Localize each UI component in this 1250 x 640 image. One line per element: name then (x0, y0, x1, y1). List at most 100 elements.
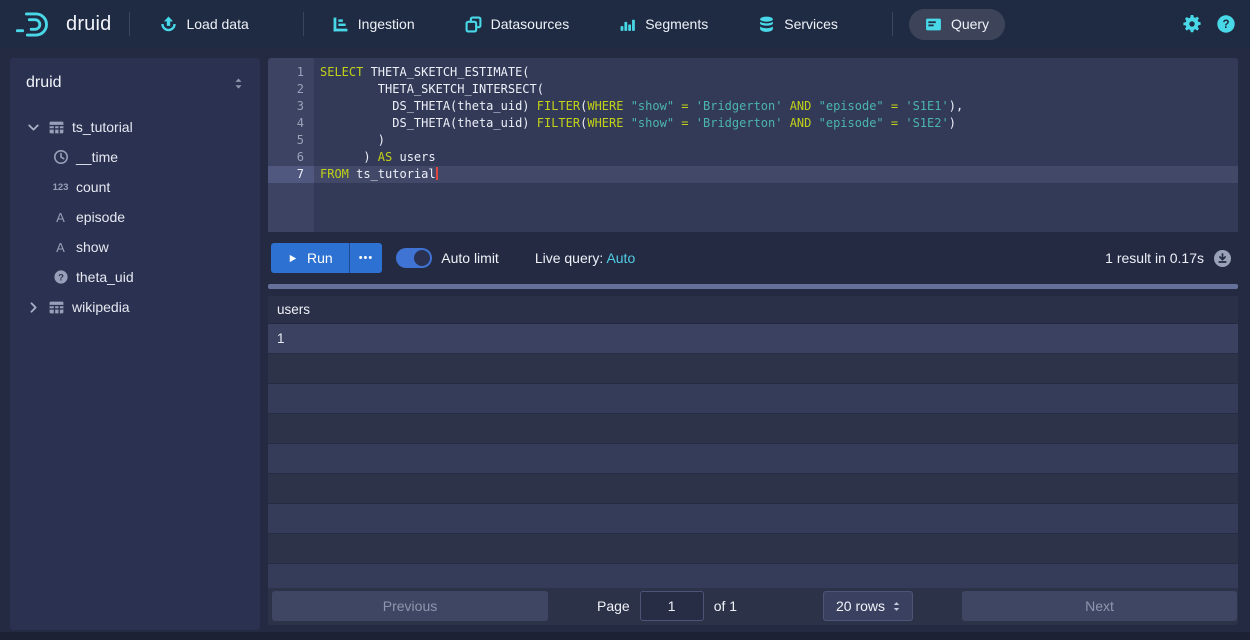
nav-right: ? (1182, 14, 1236, 34)
number-icon: 123 (52, 182, 69, 193)
line-number: 1 (268, 64, 314, 81)
column-header-users[interactable]: users (268, 302, 310, 317)
nav-item-ingestion[interactable]: Ingestion (320, 9, 427, 40)
svg-text:?: ? (58, 272, 64, 283)
run-button[interactable]: Run (271, 243, 349, 273)
tree-item-ts-tutorial[interactable]: ts_tutorial (10, 112, 260, 142)
live-query-value[interactable]: Auto (606, 250, 635, 266)
line-number: 4 (268, 115, 314, 132)
previous-page-button[interactable]: Previous (272, 591, 548, 621)
live-query: Live query: Auto (535, 250, 635, 266)
code-line-3[interactable]: 3 DS_THETA(theta_uid) FILTER(WHERE "show… (268, 98, 1238, 115)
druid-logo[interactable]: druid (14, 11, 111, 38)
next-page-button[interactable]: Next (962, 591, 1237, 621)
sql-editor[interactable]: 1SELECT THETA_SKETCH_ESTIMATE(2 THETA_SK… (268, 58, 1238, 232)
results-header-row: users (268, 296, 1238, 324)
tree-column-label: episode (76, 209, 125, 225)
svg-text:?: ? (1222, 19, 1229, 31)
line-number: 2 (268, 81, 314, 98)
tree-column-show[interactable]: Ashow (10, 232, 260, 262)
line-number: 7 (268, 166, 314, 183)
code-text: FROM ts_tutorial (314, 166, 438, 183)
tree-item-label: wikipedia (72, 299, 130, 315)
nav-item-services[interactable]: Services (746, 9, 850, 40)
nav-item-load-data[interactable]: Load data (148, 9, 260, 40)
caret-double-icon (890, 600, 903, 613)
nav-item-label: Query (951, 16, 989, 32)
nav-item-label: Segments (645, 16, 708, 32)
code-line-5[interactable]: 5 ) (268, 132, 1238, 149)
nav-item-query[interactable]: Query (909, 9, 1005, 40)
brand-name: druid (66, 13, 111, 36)
empty-row (268, 474, 1238, 504)
page-number-input[interactable] (640, 591, 704, 621)
gear-icon[interactable] (1182, 14, 1202, 34)
code-line-7[interactable]: 7FROM ts_tutorial (268, 166, 1238, 183)
auto-limit-toggle[interactable] (396, 248, 432, 268)
bottom-strip (0, 632, 1250, 640)
line-number: 6 (268, 149, 314, 166)
run-more-button[interactable]: ••• (349, 243, 383, 273)
sidebar-header: druid (10, 58, 260, 106)
tree-column--time[interactable]: __time (10, 142, 260, 172)
page-size-label: 20 rows (836, 598, 885, 614)
more-icon: ••• (359, 252, 374, 264)
code-line-2[interactable]: 2 THETA_SKETCH_INTERSECT( (268, 81, 1238, 98)
result-row: 1 (268, 324, 1238, 354)
chevron-right-icon[interactable] (26, 300, 42, 315)
unknown-icon: ? (52, 269, 69, 285)
druid-logo-icon (14, 11, 58, 38)
sort-icon[interactable] (231, 76, 246, 91)
play-icon (287, 253, 298, 264)
page-size-select[interactable]: 20 rows (823, 591, 913, 621)
bar-chart-icon (619, 16, 636, 33)
result-cell[interactable]: 1 (268, 331, 285, 346)
tree-column-episode[interactable]: Aepisode (10, 202, 260, 232)
nav-separator (129, 12, 130, 36)
tree-column-label: show (76, 239, 109, 255)
tree-column-theta-uid[interactable]: ?theta_uid (10, 262, 260, 292)
nav-item-label: Ingestion (358, 16, 415, 32)
download-icon[interactable] (1213, 249, 1232, 268)
page-total-label: of 1 (714, 598, 737, 614)
run-button-label: Run (307, 250, 333, 266)
clock-icon (52, 149, 69, 165)
code-line-6[interactable]: 6 ) AS users (268, 149, 1238, 166)
code-text: ) (314, 132, 385, 149)
nav-item-segments[interactable]: Segments (607, 9, 720, 40)
tree-item-wikipedia[interactable]: wikipedia (10, 292, 260, 322)
stacked-squares-icon (465, 16, 482, 33)
previous-page-label: Previous (383, 598, 437, 614)
code-text: DS_THETA(theta_uid) FILTER(WHERE "show" … (314, 115, 956, 132)
pane-resize-handle[interactable] (268, 284, 1238, 289)
nav-separator (303, 12, 304, 36)
chevron-down-icon[interactable] (26, 120, 42, 135)
nav-item-label: Load data (186, 16, 248, 32)
tree-column-count[interactable]: 123count (10, 172, 260, 202)
results-table: users 1 (268, 296, 1238, 588)
table-icon (48, 299, 65, 316)
code-area: 1SELECT THETA_SKETCH_ESTIMATE(2 THETA_SK… (268, 64, 1238, 183)
code-text: THETA_SKETCH_INTERSECT( (314, 81, 544, 98)
toggle-knob (414, 250, 430, 266)
page-label: Page (597, 598, 630, 614)
schema-tree: ts_tutorial__time123countAepisodeAshow?t… (10, 106, 260, 322)
line-number: 5 (268, 132, 314, 149)
nav-separator (892, 12, 893, 36)
code-line-4[interactable]: 4 DS_THETA(theta_uid) FILTER(WHERE "show… (268, 115, 1238, 132)
code-text: DS_THETA(theta_uid) FILTER(WHERE "show" … (314, 98, 963, 115)
query-view: 1SELECT THETA_SKETCH_ESTIMATE(2 THETA_SK… (268, 58, 1238, 630)
next-page-label: Next (1085, 598, 1114, 614)
help-icon[interactable]: ? (1216, 14, 1236, 34)
gantt-chart-icon (332, 16, 349, 33)
code-line-1[interactable]: 1SELECT THETA_SKETCH_ESTIMATE( (268, 64, 1238, 81)
nav-item-label: Services (784, 16, 838, 32)
auto-limit-label[interactable]: Auto limit (441, 250, 499, 266)
nav-items: Load data Ingestion Datasources Segments Ser… (148, 9, 1005, 40)
empty-row (268, 534, 1238, 564)
text-cursor (436, 167, 438, 180)
string-icon: A (52, 210, 69, 225)
code-text: ) AS users (314, 149, 436, 166)
empty-row (268, 564, 1238, 588)
nav-item-datasources[interactable]: Datasources (453, 9, 582, 40)
